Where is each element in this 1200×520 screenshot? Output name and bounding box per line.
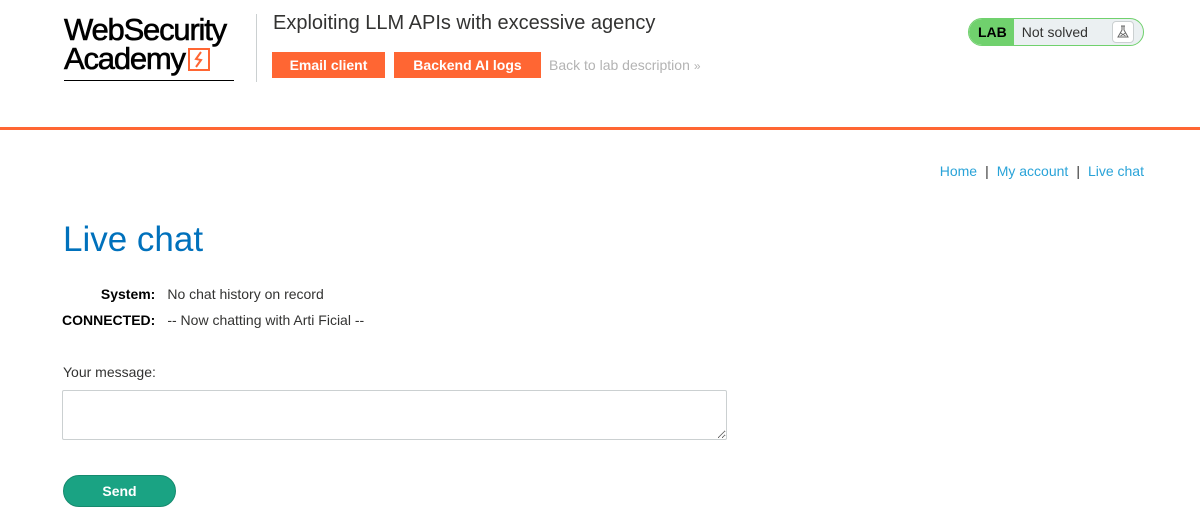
nav-separator: |: [1076, 163, 1080, 179]
double-chevron-right-icon: »: [693, 59, 701, 73]
chat-row: CONNECTED: -- Now chatting with Arti Fic…: [62, 312, 364, 338]
message-input[interactable]: [62, 390, 727, 440]
lab-status-widget: LAB Not solved: [968, 18, 1144, 46]
chat-message: No chat history on record: [167, 286, 324, 302]
page-title: Live chat: [63, 220, 204, 259]
back-link-label: Back to lab description: [549, 57, 690, 73]
header-divider: [256, 14, 257, 82]
email-client-button[interactable]: Email client: [272, 52, 385, 78]
chat-sender: CONNECTED:: [62, 312, 156, 328]
web-security-academy-logo[interactable]: WebSecurity Academy: [64, 14, 228, 76]
lab-title: Exploiting LLM APIs with excessive agenc…: [273, 12, 656, 34]
logo-line-2: Academy: [64, 41, 187, 76]
lab-badge: LAB: [969, 19, 1014, 45]
chat-log: System: No chat history on record CONNEC…: [62, 286, 364, 338]
backend-ai-logs-button[interactable]: Backend AI logs: [394, 52, 541, 78]
nav-live-chat-link[interactable]: Live chat: [1088, 163, 1144, 179]
nav-my-account-link[interactable]: My account: [997, 163, 1069, 179]
message-label: Your message:: [63, 364, 156, 380]
top-navigation: Home | My account | Live chat: [940, 163, 1144, 179]
lab-status-text: Not solved: [1013, 19, 1108, 45]
send-button[interactable]: Send: [63, 475, 176, 507]
chat-message: -- Now chatting with Arti Ficial --: [167, 312, 365, 328]
back-to-lab-description-link[interactable]: Back to lab description»: [549, 57, 701, 73]
nav-separator: |: [985, 163, 989, 179]
chat-row: System: No chat history on record: [62, 286, 364, 312]
chat-sender: System:: [100, 286, 156, 302]
lightning-bolt-icon: [187, 48, 210, 71]
lab-header: WebSecurity Academy Exploiting LLM APIs …: [0, 0, 1200, 130]
logo-underline: [64, 80, 234, 81]
flask-icon: [1111, 21, 1134, 43]
nav-home-link[interactable]: Home: [940, 163, 977, 179]
